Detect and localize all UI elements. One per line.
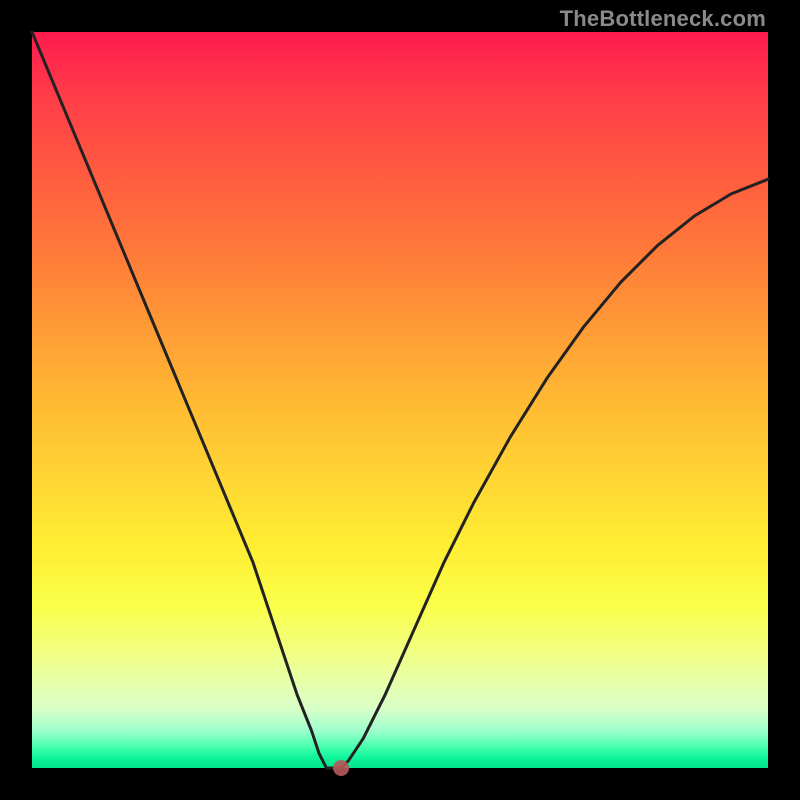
minimum-marker bbox=[333, 760, 349, 776]
bottleneck-curve bbox=[32, 32, 768, 768]
curve-svg bbox=[32, 32, 768, 768]
watermark-text: TheBottleneck.com bbox=[560, 6, 766, 32]
chart-frame: TheBottleneck.com bbox=[0, 0, 800, 800]
plot-area bbox=[32, 32, 768, 768]
